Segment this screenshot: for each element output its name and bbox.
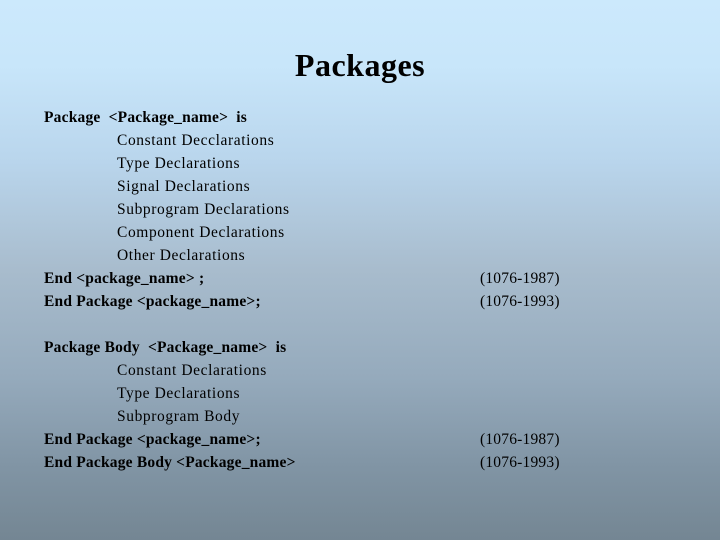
code-line: Package <Package_name> is xyxy=(44,106,684,129)
code-line: Other Declarations xyxy=(44,244,684,267)
block-separator xyxy=(44,313,684,336)
code-line: End Package <package_name>; (1076-1987) xyxy=(44,428,684,451)
standard-reference: (1076-1987) xyxy=(480,270,560,287)
slide-body-content: Package <Package_name> is Constant Deccla… xyxy=(44,106,684,474)
code-declaration-item: Constant Declarations xyxy=(117,362,267,379)
code-line: Package Body <Package_name> is xyxy=(44,336,684,359)
standard-reference: (1076-1987) xyxy=(480,431,560,448)
code-line: Constant Decclarations xyxy=(44,129,684,152)
code-statement: End Package Body <Package_name> xyxy=(44,454,296,471)
package-declaration-block: Package <Package_name> is Constant Deccla… xyxy=(44,106,684,313)
code-line: Component Declarations xyxy=(44,221,684,244)
code-declaration-item: Type Declarations xyxy=(117,155,241,172)
code-line: End Package Body <Package_name> (1076-199… xyxy=(44,451,684,474)
code-line: Type Declarations xyxy=(44,152,684,175)
slide-canvas: Packages Package <Package_name> is Consta… xyxy=(0,0,720,540)
code-line: Signal Declarations xyxy=(44,175,684,198)
code-declaration-item: Subprogram Body xyxy=(117,408,241,425)
code-statement: Package Body <Package_name> is xyxy=(44,339,287,356)
code-declaration-item: Constant Decclarations xyxy=(117,132,275,149)
code-statement: End Package <package_name>; xyxy=(44,293,261,310)
package-body-block: Package Body <Package_name> is Constant D… xyxy=(44,336,684,474)
code-statement: End <package_name> ; xyxy=(44,270,205,287)
code-line: Subprogram Body xyxy=(44,405,684,428)
standard-reference: (1076-1993) xyxy=(480,293,560,310)
code-statement: Package <Package_name> is xyxy=(44,109,248,126)
code-line: End Package <package_name>; (1076-1993) xyxy=(44,290,684,313)
page-title: Packages xyxy=(294,47,426,83)
code-declaration-item: Type Declarations xyxy=(117,385,241,402)
standard-reference: (1076-1993) xyxy=(480,454,560,471)
code-statement: End Package <package_name>; xyxy=(44,431,261,448)
code-line: Type Declarations xyxy=(44,382,684,405)
code-declaration-item: Subprogram Declarations xyxy=(117,201,290,218)
code-declaration-item: Signal Declarations xyxy=(117,178,251,195)
code-declaration-item: Component Declarations xyxy=(117,224,285,241)
code-line: Constant Declarations xyxy=(44,359,684,382)
code-line: Subprogram Declarations xyxy=(44,198,684,221)
code-declaration-item: Other Declarations xyxy=(117,247,246,264)
code-line: End <package_name> ; (1076-1987) xyxy=(44,267,684,290)
